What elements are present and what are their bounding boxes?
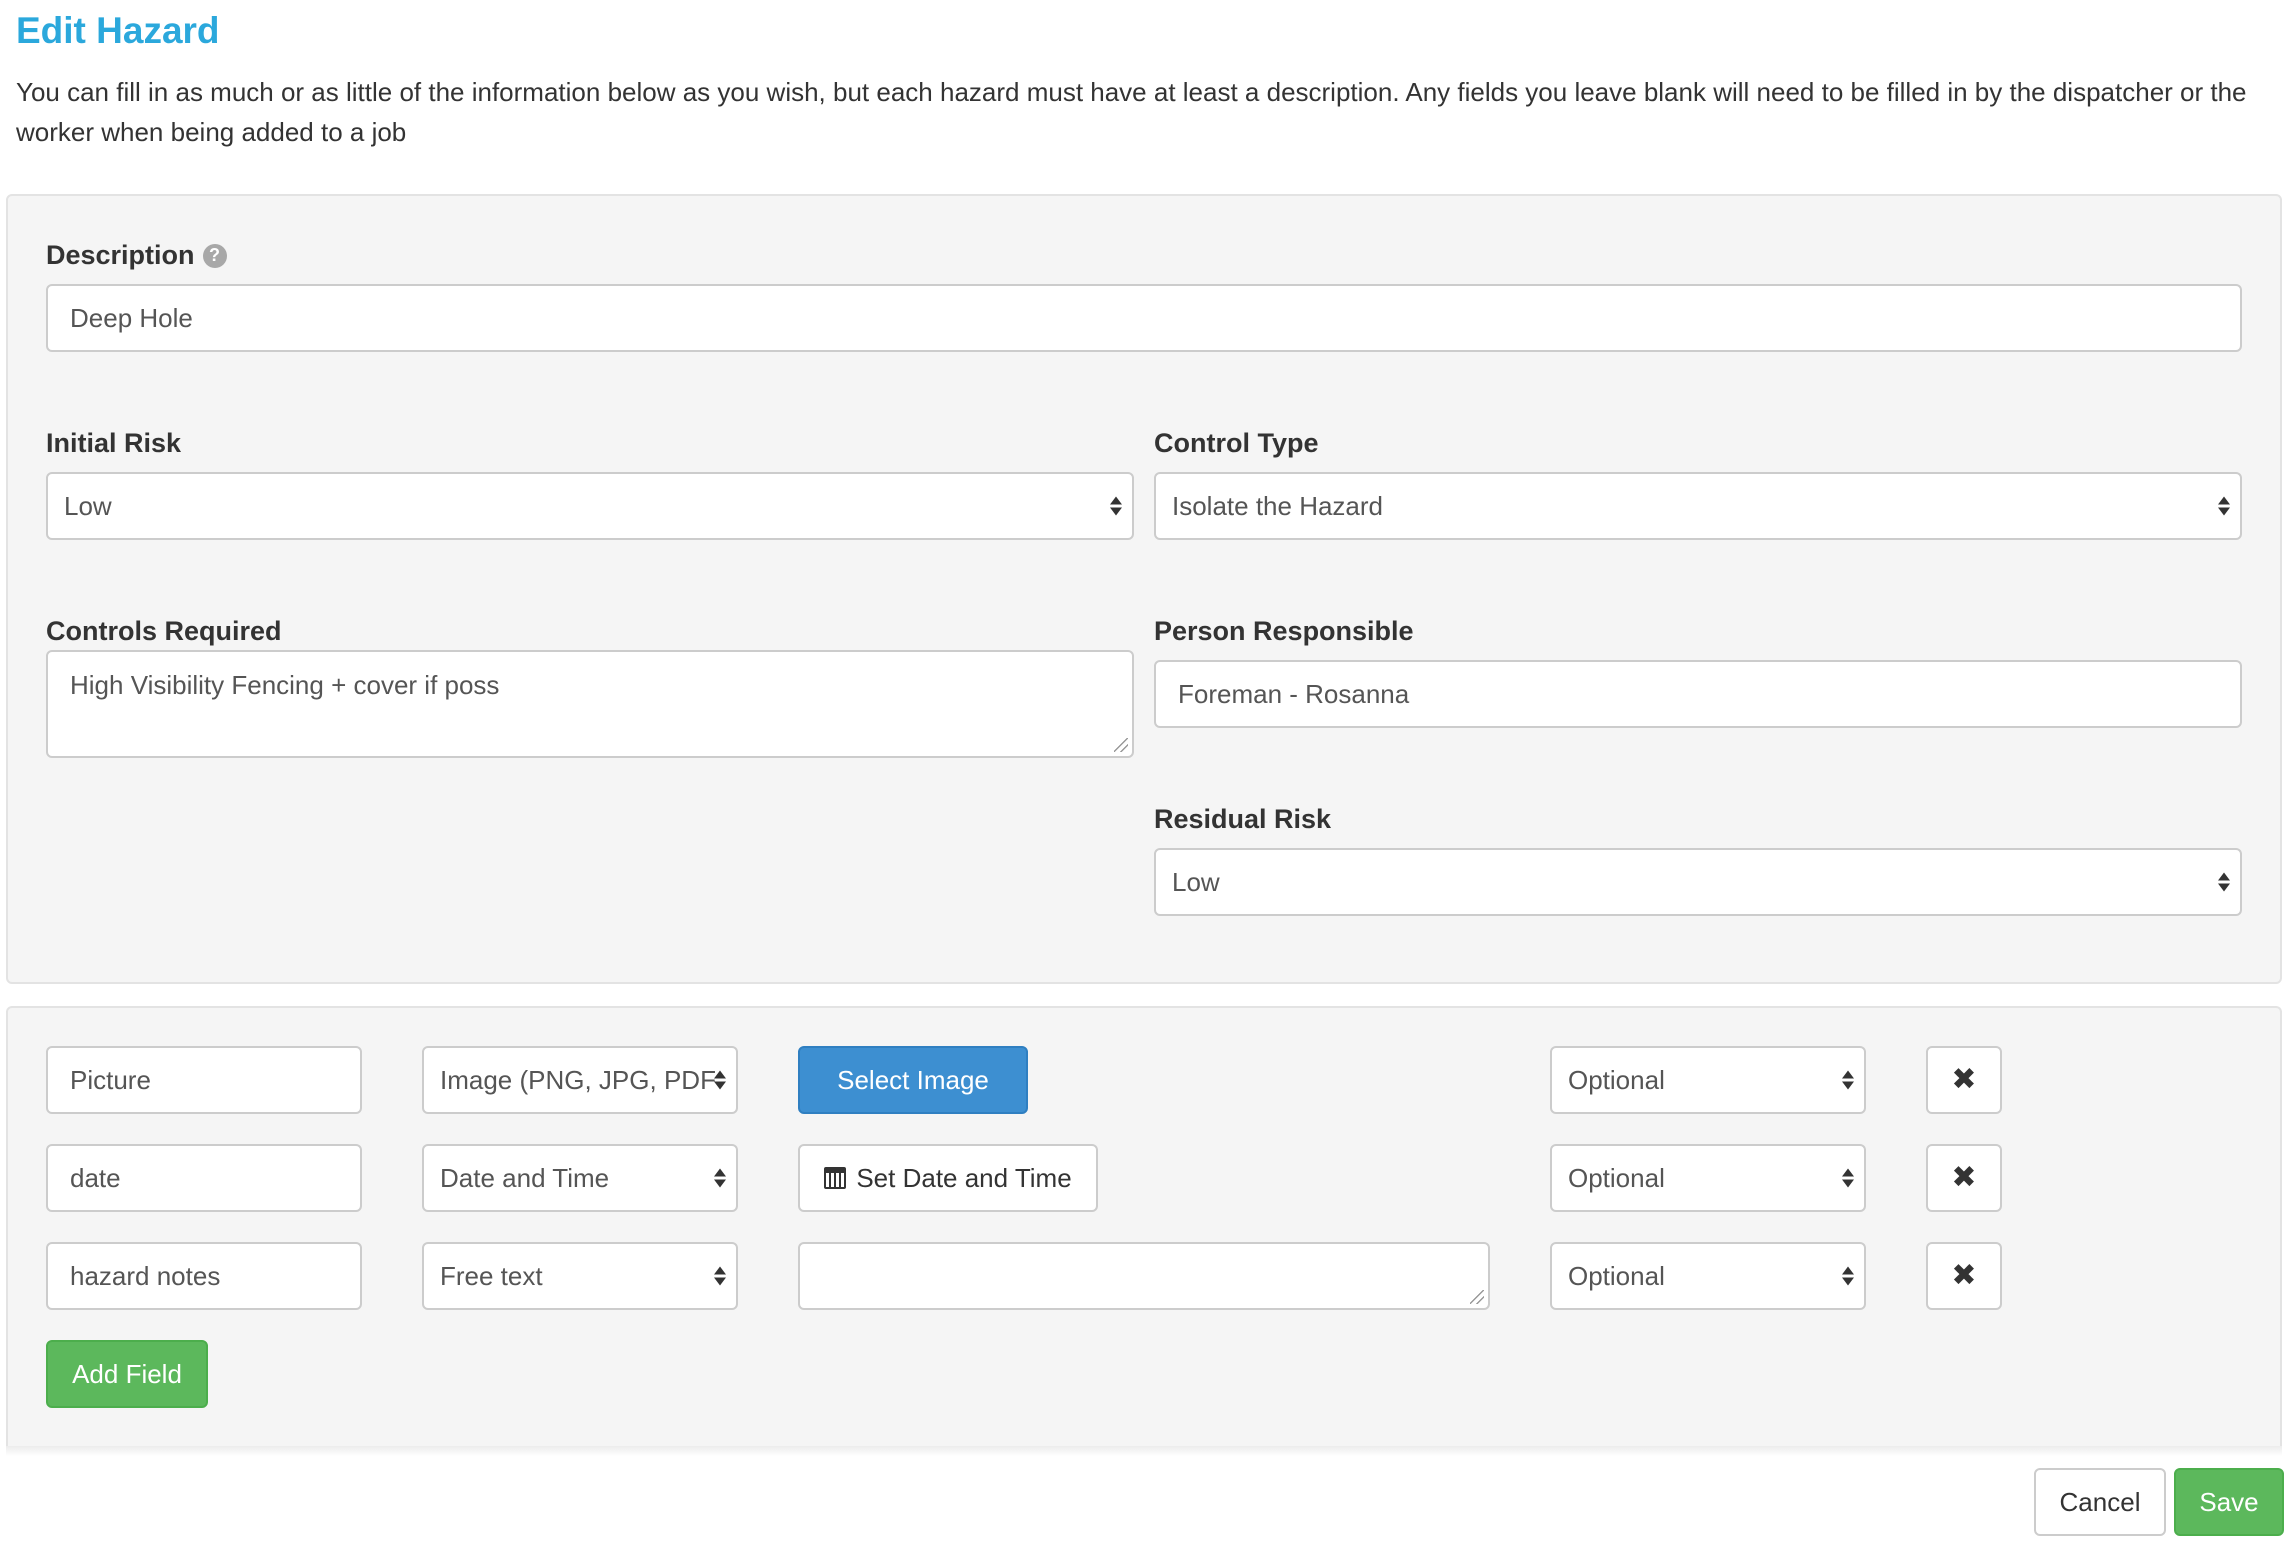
person-responsible-value: Foreman - Rosanna (1178, 678, 1410, 709)
field-name-value: Picture (70, 1064, 151, 1095)
description-input[interactable]: Deep Hole (46, 284, 2242, 352)
field-requirement-value: Optional (1568, 1162, 1665, 1193)
resize-grip-icon[interactable] (1114, 738, 1128, 752)
field-type-value: Free text (440, 1260, 543, 1291)
field-name-input[interactable]: date (46, 1144, 362, 1212)
page-title: Edit Hazard (16, 10, 220, 51)
initial-risk-select[interactable]: Low (46, 472, 1134, 540)
controls-required-label: Controls Required (46, 616, 282, 646)
remove-field-button[interactable]: ✖ (1926, 1242, 2002, 1310)
description-label: Description ? (46, 240, 227, 271)
control-type-label: Control Type (1154, 428, 1319, 458)
initial-risk-value: Low (64, 490, 112, 521)
control-type-value: Isolate the Hazard (1172, 490, 1384, 521)
select-arrows-icon (2218, 872, 2230, 892)
add-field-button[interactable]: Add Field (46, 1340, 208, 1408)
person-responsible-label: Person Responsible (1154, 616, 1414, 646)
help-icon[interactable]: ? (202, 243, 227, 268)
close-icon: ✖ (1951, 1063, 1977, 1096)
footer-divider (6, 1446, 2282, 1456)
person-responsible-input[interactable]: Foreman - Rosanna (1154, 660, 2242, 728)
select-arrows-icon (714, 1070, 726, 1090)
hazard-notes-textarea[interactable] (798, 1242, 1490, 1310)
initial-risk-label: Initial Risk (46, 428, 182, 458)
set-date-time-label: Set Date and Time (856, 1162, 1072, 1193)
controls-required-value: High Visibility Fencing + cover if poss (70, 670, 500, 700)
resize-grip-icon[interactable] (1470, 1290, 1484, 1304)
field-name-value: date (70, 1162, 121, 1193)
set-date-time-button[interactable]: Set Date and Time (798, 1144, 1098, 1212)
description-value: Deep Hole (70, 302, 193, 333)
controls-required-textarea[interactable]: High Visibility Fencing + cover if poss (46, 650, 1134, 758)
select-arrows-icon (714, 1266, 726, 1286)
field-type-value: Image (PNG, JPG, PDF (440, 1064, 716, 1095)
field-requirement-value: Optional (1568, 1260, 1665, 1291)
field-name-input[interactable]: Picture (46, 1046, 362, 1114)
residual-risk-label: Residual Risk (1154, 804, 1332, 834)
select-arrows-icon (1110, 496, 1122, 516)
field-type-select[interactable]: Free text (422, 1242, 738, 1310)
description-label-text: Description (46, 240, 195, 270)
field-requirement-select[interactable]: Optional (1550, 1144, 1866, 1212)
control-type-select[interactable]: Isolate the Hazard (1154, 472, 2242, 540)
field-requirement-select[interactable]: Optional (1550, 1046, 1866, 1114)
cancel-button[interactable]: Cancel (2034, 1468, 2166, 1536)
select-arrows-icon (1842, 1070, 1854, 1090)
field-requirement-value: Optional (1568, 1064, 1665, 1095)
select-arrows-icon (1842, 1266, 1854, 1286)
residual-risk-value: Low (1172, 866, 1220, 897)
field-name-value: hazard notes (70, 1260, 221, 1291)
field-name-input[interactable]: hazard notes (46, 1242, 362, 1310)
page-intro: You can fill in as much or as little of … (16, 77, 2247, 147)
calendar-icon (824, 1167, 847, 1189)
select-arrows-icon (714, 1168, 726, 1188)
residual-risk-select[interactable]: Low (1154, 848, 2242, 916)
select-arrows-icon (1842, 1168, 1854, 1188)
field-type-select[interactable]: Date and Time (422, 1144, 738, 1212)
save-button[interactable]: Save (2174, 1468, 2284, 1536)
remove-field-button[interactable]: ✖ (1926, 1046, 2002, 1114)
field-type-select[interactable]: Image (PNG, JPG, PDF (422, 1046, 738, 1114)
remove-field-button[interactable]: ✖ (1926, 1144, 2002, 1212)
field-type-value: Date and Time (440, 1162, 610, 1193)
select-arrows-icon (2218, 496, 2230, 516)
close-icon: ✖ (1951, 1161, 1977, 1194)
select-image-button[interactable]: Select Image (798, 1046, 1028, 1114)
field-requirement-select[interactable]: Optional (1550, 1242, 1866, 1310)
close-icon: ✖ (1951, 1259, 1977, 1292)
